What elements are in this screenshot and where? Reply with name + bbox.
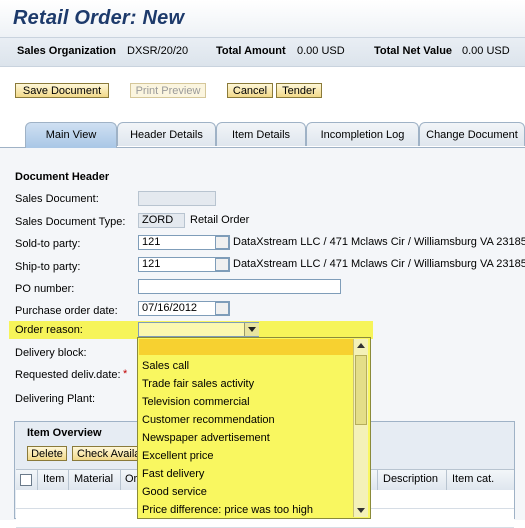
total-net-label: Total Net Value bbox=[374, 45, 453, 57]
section-title-document-header: Document Header bbox=[15, 171, 110, 183]
page-title: Retail Order: New bbox=[13, 7, 185, 29]
po-number-label: PO number: bbox=[15, 283, 75, 295]
value-help-icon[interactable] bbox=[215, 258, 229, 271]
delete-button[interactable]: Delete bbox=[27, 446, 67, 461]
dropdown-option[interactable]: Newspaper advertisement bbox=[142, 432, 270, 444]
sold-to-desc: DataXstream LLC / 471 Mclaws Cir / Willi… bbox=[233, 236, 525, 248]
required-marker: * bbox=[123, 368, 128, 380]
dropdown-option[interactable]: Price difference: price was too high bbox=[142, 504, 313, 516]
sales-doc-type-field: ZORD bbox=[138, 213, 185, 228]
tab-incompletion-log[interactable]: Incompletion Log bbox=[306, 122, 419, 146]
cancel-button[interactable]: Cancel bbox=[227, 83, 273, 98]
dropdown-option[interactable]: Excellent price bbox=[142, 450, 214, 462]
column-header-material[interactable]: Material bbox=[74, 473, 113, 485]
tab-main-view[interactable]: Main View bbox=[25, 122, 117, 148]
dropdown-option[interactable]: Fast delivery bbox=[142, 468, 204, 480]
sales-document-field bbox=[138, 191, 216, 206]
tabstrip: Main View Header Details Item Details In… bbox=[0, 121, 525, 148]
scroll-down-icon[interactable] bbox=[354, 503, 368, 517]
delivery-block-label: Delivery block: bbox=[15, 347, 87, 359]
tender-button[interactable]: Tender bbox=[276, 83, 322, 98]
calendar-icon[interactable] bbox=[215, 302, 229, 315]
print-preview-button[interactable]: Print Preview bbox=[130, 83, 206, 98]
dropdown-option[interactable]: Customer recommendation bbox=[142, 414, 275, 426]
req-deliv-date-label: Requested deliv.date: bbox=[15, 369, 121, 381]
scroll-up-icon[interactable] bbox=[354, 339, 368, 353]
dropdown-option[interactable]: Sales call bbox=[142, 360, 189, 372]
sales-document-label: Sales Document: bbox=[15, 193, 99, 205]
delivering-plant-label: Delivering Plant: bbox=[15, 393, 96, 405]
chevron-down-icon[interactable] bbox=[244, 323, 259, 336]
save-document-button[interactable]: Save Document bbox=[15, 83, 109, 98]
item-overview-title: Item Overview bbox=[27, 427, 102, 439]
title-bar: Retail Order: New bbox=[0, 0, 525, 37]
info-bar: Sales Organization DXSR/20/20 Total Amou… bbox=[0, 37, 525, 67]
order-reason-dropdown: Sales call Trade fair sales activity Tel… bbox=[137, 337, 371, 519]
sales-org-label: Sales Organization bbox=[17, 45, 117, 57]
column-header-description[interactable]: Description bbox=[383, 473, 438, 485]
dropdown-selected-empty-option[interactable] bbox=[139, 339, 354, 355]
sold-to-label: Sold-to party: bbox=[15, 238, 81, 250]
scroll-thumb[interactable] bbox=[355, 355, 367, 425]
column-header-item-cat[interactable]: Item cat. bbox=[452, 473, 494, 485]
dropdown-option[interactable]: Trade fair sales activity bbox=[142, 378, 254, 390]
tab-header-details[interactable]: Header Details bbox=[117, 122, 216, 146]
sales-doc-type-label: Sales Document Type: bbox=[15, 216, 126, 228]
order-reason-label: Order reason: bbox=[15, 324, 83, 336]
column-header-or[interactable]: Or bbox=[125, 473, 137, 485]
dropdown-option[interactable]: Television commercial bbox=[142, 396, 250, 408]
total-amount-value: 0.00 USD bbox=[297, 45, 345, 57]
order-reason-select[interactable] bbox=[138, 322, 259, 337]
total-amount-label: Total Amount bbox=[216, 45, 286, 57]
sales-org-value: DXSR/20/20 bbox=[127, 45, 189, 57]
ship-to-label: Ship-to party: bbox=[15, 261, 81, 273]
dropdown-option[interactable]: Good service bbox=[142, 486, 207, 498]
ship-to-desc: DataXstream LLC / 471 Mclaws Cir / Willi… bbox=[233, 258, 525, 270]
column-header-item[interactable]: Item bbox=[43, 473, 64, 485]
dropdown-scrollbar[interactable] bbox=[353, 339, 368, 517]
tab-change-document[interactable]: Change Document bbox=[419, 122, 525, 146]
total-net-value: 0.00 USD bbox=[462, 45, 510, 57]
sales-doc-type-desc: Retail Order bbox=[190, 214, 250, 226]
tab-item-details[interactable]: Item Details bbox=[216, 122, 306, 146]
value-help-icon[interactable] bbox=[215, 236, 229, 249]
po-number-input[interactable] bbox=[138, 279, 341, 294]
po-date-label: Purchase order date: bbox=[15, 305, 118, 317]
grid-settings-icon[interactable] bbox=[20, 474, 32, 486]
